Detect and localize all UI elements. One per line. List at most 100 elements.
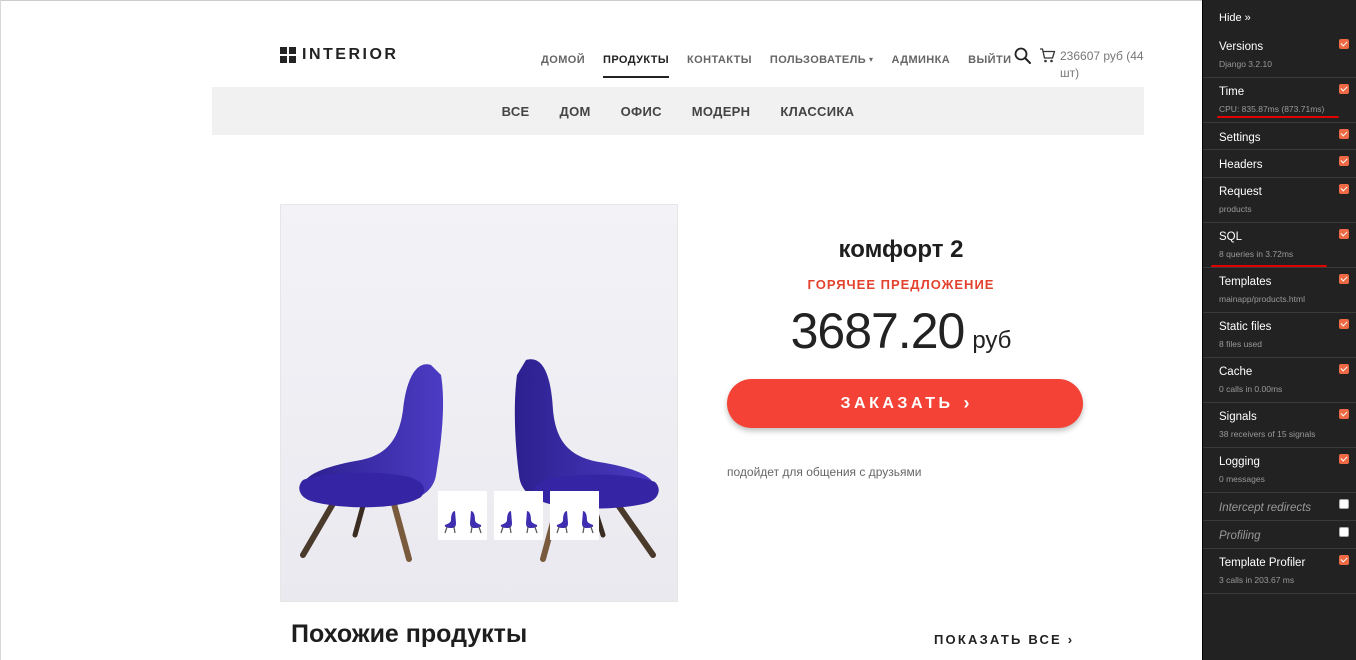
- debug-panel-checkbox[interactable]: [1339, 84, 1349, 94]
- debug-panel-static-files[interactable]: Static files 8 files used: [1203, 313, 1356, 358]
- debug-panel-request[interactable]: Request products: [1203, 178, 1356, 223]
- debug-panel-signals[interactable]: Signals 38 receivers of 15 signals: [1203, 403, 1356, 448]
- logo-grid-icon: [280, 47, 296, 63]
- nav-item-5[interactable]: ВЫЙТИ: [959, 54, 1020, 76]
- debug-panel-title: Intercept redirects: [1219, 502, 1312, 514]
- debug-panel-profiling[interactable]: Profiling: [1203, 521, 1356, 549]
- product-thumbnail[interactable]: [550, 491, 599, 540]
- chevron-right-icon: ›: [1067, 632, 1075, 647]
- debug-panel-subtitle: Django 3.2.10: [1219, 59, 1272, 69]
- debug-panel-subtitle: 8 queries in 3.72ms: [1219, 249, 1294, 259]
- debug-panel-subtitle: 3 calls in 203.67 ms: [1219, 575, 1295, 585]
- product-thumbnail[interactable]: [438, 491, 487, 540]
- debug-panel-title: Templates: [1219, 276, 1272, 288]
- chevron-down-icon: ▾: [869, 55, 874, 64]
- debug-panel-templates[interactable]: Templates mainapp/products.html: [1203, 268, 1356, 313]
- debug-panel-checkbox[interactable]: [1339, 499, 1349, 509]
- debug-panel-subtitle: 8 files used: [1219, 339, 1262, 349]
- debug-panel-settings[interactable]: Settings: [1203, 123, 1356, 150]
- category-item-4[interactable]: КЛАССИКА: [780, 104, 854, 119]
- debug-panel-title: Static files: [1219, 321, 1272, 333]
- debug-toolbar: Hide » Versions Django 3.2.10 Time CPU: 835…: [1202, 0, 1356, 660]
- debug-panel-checkbox[interactable]: [1339, 409, 1349, 419]
- highlight-underline: [1211, 265, 1327, 267]
- left-chair: [299, 364, 444, 562]
- debug-panel-versions[interactable]: Versions Django 3.2.10: [1203, 33, 1356, 78]
- debug-panel-subtitle: 0 calls in 0.00ms: [1219, 384, 1283, 394]
- nav-item-4[interactable]: АДМИНКА: [882, 54, 959, 76]
- order-button[interactable]: ЗАКАЗАТЬ ›: [727, 379, 1083, 428]
- nav-item-label: ДОМОЙ: [541, 54, 586, 66]
- debug-panel-subtitle: mainapp/products.html: [1219, 294, 1305, 304]
- nav-item-label: КОНТАКТЫ: [687, 54, 752, 66]
- debug-panel-subtitle: 0 messages: [1219, 474, 1265, 484]
- debug-panel-checkbox[interactable]: [1339, 229, 1349, 239]
- cart-total[interactable]: 236607 руб (44 шт): [1060, 48, 1160, 82]
- debug-panel-subtitle: CPU: 835.87ms (873.71ms): [1219, 104, 1325, 114]
- order-button-label: ЗАКАЗАТЬ: [840, 394, 954, 412]
- category-item-2[interactable]: ОФИС: [621, 104, 662, 119]
- debug-panel-template-profiler[interactable]: Template Profiler 3 calls in 203.67 ms: [1203, 549, 1356, 594]
- debug-panel-title: Signals: [1219, 411, 1257, 423]
- site-logo[interactable]: INTERIOR: [280, 46, 398, 64]
- debug-panel-checkbox[interactable]: [1339, 184, 1349, 194]
- debug-panel-subtitle: products: [1219, 204, 1252, 214]
- product-name: комфорт 2: [838, 236, 964, 263]
- nav-item-2[interactable]: КОНТАКТЫ: [678, 54, 761, 76]
- debug-panel-checkbox[interactable]: [1339, 527, 1349, 537]
- debug-panel-intercept-redirects[interactable]: Intercept redirects: [1203, 493, 1356, 521]
- nav-item-1[interactable]: ПРОДУКТЫ: [594, 54, 678, 78]
- debug-panel-cache[interactable]: Cache 0 calls in 0.00ms: [1203, 358, 1356, 403]
- debug-panel-checkbox[interactable]: [1339, 274, 1349, 284]
- debug-panel-subtitle: 38 receivers of 15 signals: [1219, 429, 1316, 439]
- debug-panel-checkbox[interactable]: [1339, 156, 1349, 166]
- show-all-link[interactable]: ПОКАЗАТЬ ВСЕ ›: [934, 632, 1074, 647]
- thumbnail-strip: [438, 491, 599, 540]
- debug-panel-title: Cache: [1219, 366, 1253, 378]
- debug-panel-title: Time: [1219, 86, 1245, 98]
- debug-panel-checkbox[interactable]: [1339, 364, 1349, 374]
- debug-panel-title: Settings: [1219, 132, 1261, 144]
- product-description: подойдет для общения с друзьями: [727, 465, 922, 479]
- cart-icon[interactable]: [1039, 47, 1056, 64]
- debug-panel-sql[interactable]: SQL 8 queries in 3.72ms: [1203, 223, 1356, 268]
- nav-item-0[interactable]: ДОМОЙ: [532, 54, 594, 76]
- debug-panel-title: Template Profiler: [1219, 557, 1306, 569]
- debug-toolbar-hide-button[interactable]: Hide »: [1219, 12, 1251, 24]
- debug-panel-checkbox[interactable]: [1339, 129, 1349, 139]
- debug-panel-checkbox[interactable]: [1339, 39, 1349, 49]
- debug-panel-headers[interactable]: Headers: [1203, 150, 1356, 178]
- chairs-illustration: [299, 359, 659, 562]
- category-item-3[interactable]: МОДЕРН: [692, 104, 751, 119]
- debug-panel-checkbox[interactable]: [1339, 555, 1349, 565]
- nav-item-label: ПОЛЬЗОВАТЕЛЬ: [769, 54, 867, 66]
- debug-panel-logging[interactable]: Logging 0 messages: [1203, 448, 1356, 493]
- chevron-right-icon: ›: [963, 393, 970, 413]
- similar-products-title: Похожие продукты: [291, 620, 528, 648]
- highlight-underline: [1217, 116, 1339, 118]
- debug-panel-checkbox[interactable]: [1339, 319, 1349, 329]
- search-icon[interactable]: [1014, 47, 1032, 65]
- debug-panel-title: Request: [1219, 186, 1262, 198]
- price: 3687.20 руб: [727, 302, 1075, 360]
- page: INTERIOR ДОМОЙ ПРОДУКТЫ КОНТАКТЫ ПОЛЬЗОВАТЕ…: [0, 0, 1356, 660]
- nav-item-label: ВЫЙТИ: [968, 54, 1012, 66]
- price-currency: руб: [972, 327, 1012, 354]
- price-value: 3687.20: [790, 303, 966, 359]
- hot-offer-badge: ГОРЯЧЕЕ ПРЕДЛОЖЕНИЕ: [807, 277, 995, 292]
- category-bar: ВСЕ ДОМ ОФИС МОДЕРН КЛАССИКА: [212, 87, 1144, 135]
- main-nav: ДОМОЙ ПРОДУКТЫ КОНТАКТЫ ПОЛЬЗОВАТЕЛЬ ▾ АДМИНК…: [532, 54, 1020, 78]
- debug-panel-checkbox[interactable]: [1339, 454, 1349, 464]
- top-border: [0, 0, 1202, 4]
- nav-item-label: АДМИНКА: [891, 54, 951, 66]
- category-item-1[interactable]: ДОМ: [560, 104, 591, 119]
- category-item-0[interactable]: ВСЕ: [502, 104, 530, 119]
- left-border: [0, 0, 1, 660]
- debug-panel-title: SQL: [1219, 231, 1243, 243]
- debug-panel-title: Logging: [1219, 456, 1260, 468]
- logo-text: INTERIOR: [302, 46, 399, 63]
- debug-panel-title: Profiling: [1219, 530, 1261, 542]
- nav-item-3[interactable]: ПОЛЬЗОВАТЕЛЬ ▾: [761, 54, 883, 76]
- debug-panel-title: Headers: [1219, 159, 1263, 171]
- product-thumbnail[interactable]: [494, 491, 543, 540]
